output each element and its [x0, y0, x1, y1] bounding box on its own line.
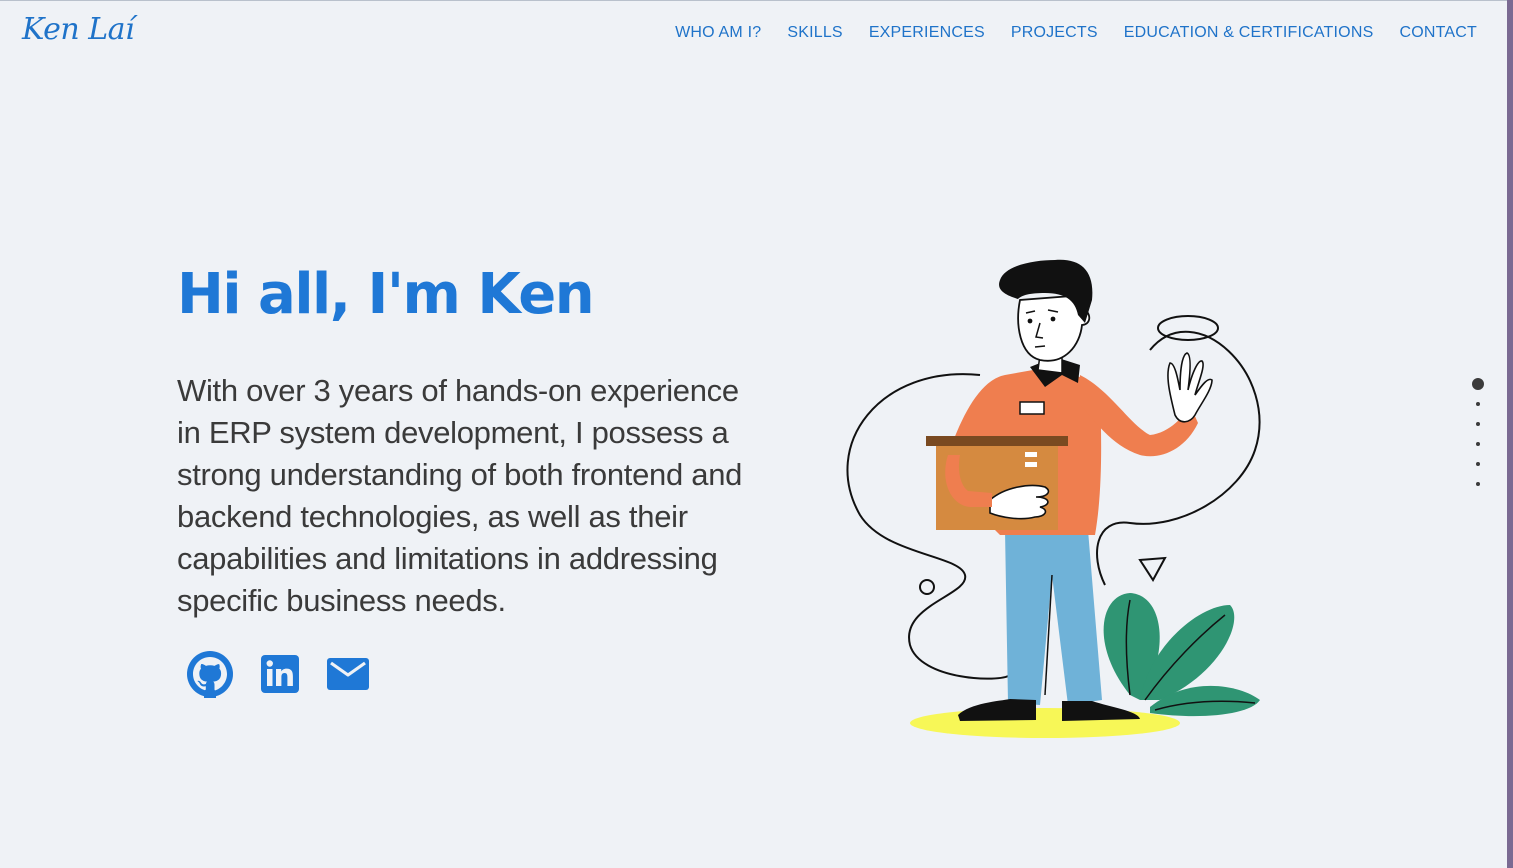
site-logo[interactable]: Ken Laí	[22, 12, 135, 47]
hero-illustration	[846, 259, 1261, 738]
mail-icon	[327, 658, 369, 690]
linkedin-link[interactable]	[260, 654, 300, 699]
main-nav: WHO AM I? SKILLS EXPERIENCES PROJECTS ED…	[675, 24, 1477, 42]
window-edge	[1507, 0, 1513, 868]
section-dot-5[interactable]	[1476, 462, 1480, 466]
section-dot-3[interactable]	[1476, 422, 1480, 426]
section-dot-6[interactable]	[1476, 482, 1480, 486]
nav-who-am-i[interactable]: WHO AM I?	[675, 24, 761, 42]
section-dot-1[interactable]	[1472, 378, 1484, 390]
section-dot-4[interactable]	[1476, 442, 1480, 446]
nav-projects[interactable]: PROJECTS	[1011, 24, 1098, 42]
github-icon	[187, 651, 233, 698]
hero-description: With over 3 years of hands-on experience…	[177, 373, 743, 618]
social-links	[186, 650, 370, 703]
linkedin-icon	[261, 655, 299, 693]
nav-experiences[interactable]: EXPERIENCES	[869, 24, 985, 42]
nav-education-certifications[interactable]: EDUCATION & CERTIFICATIONS	[1124, 24, 1374, 42]
nav-skills[interactable]: SKILLS	[787, 24, 842, 42]
hero-title: Hi all, I'm Ken	[177, 262, 595, 327]
email-link[interactable]	[326, 656, 370, 697]
section-dot-2[interactable]	[1476, 402, 1480, 406]
section-pagination	[1471, 377, 1485, 497]
github-link[interactable]	[186, 650, 234, 703]
nav-contact[interactable]: CONTACT	[1399, 24, 1477, 42]
